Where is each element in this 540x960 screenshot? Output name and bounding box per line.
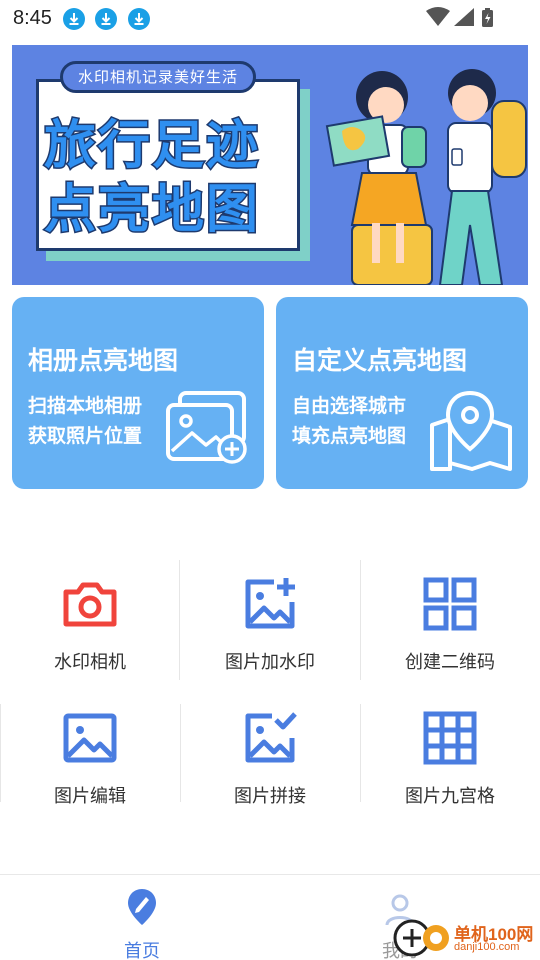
download-icon [63,8,85,30]
feature-title: 自定义点亮地图 [292,346,468,375]
tool-label: 图片编辑 [54,786,126,807]
feature-card-custom-map[interactable]: 自定义点亮地图 自由选择城市 填充点亮地图 [276,297,528,489]
promo-banner[interactable]: 水印相机记录美好生活 旅行足迹 点亮地图 [12,45,528,285]
tool-create-qrcode[interactable]: 创建二维码 [360,564,540,684]
home-pin-icon [128,889,156,925]
wifi-icon [426,7,450,26]
tool-label: 创建二维码 [405,652,495,673]
banner-pill: 水印相机记录美好生活 [60,61,256,93]
watermark-url: danji100.com [454,941,520,953]
tool-label: 图片加水印 [225,652,315,673]
status-time: 8:45 [13,7,52,29]
banner-title-line2: 点亮地图 [42,179,261,242]
feature-desc: 填充点亮地图 [292,425,407,447]
feature-desc: 扫描本地相册 [28,395,143,417]
download-icon [128,8,150,30]
battery-charging-icon [482,8,493,27]
camera-icon [63,582,117,627]
qr-grid-icon [423,577,477,631]
feature-desc: 获取照片位置 [28,425,143,447]
watermark-logo-icon [393,919,449,957]
image-check-icon [245,712,297,763]
system-status-icons [426,7,493,27]
tool-image-stitch[interactable]: 图片拼接 [180,698,360,818]
status-bar: 8:45 [0,0,540,36]
tool-watermark-camera[interactable]: 水印相机 [0,564,180,684]
grid-nine-icon [423,711,477,765]
nav-tab-home[interactable]: 首页 [102,883,182,960]
nav-tab-label: 首页 [124,941,160,960]
travelers-illustration [325,69,527,285]
image-icon [63,713,117,763]
feature-title: 相册点亮地图 [28,346,179,375]
image-add-icon [245,578,295,629]
site-watermark: 单机100网 danji100.com [392,916,540,960]
tool-image-edit[interactable]: 图片编辑 [0,698,180,818]
tool-label: 图片九宫格 [405,786,495,807]
photo-add-icon [166,391,247,464]
signal-icon [454,8,474,26]
tool-label: 水印相机 [54,652,126,673]
feature-desc: 自由选择城市 [292,395,407,417]
tool-label: 图片拼接 [234,786,306,807]
map-pin-icon [430,390,512,471]
feature-card-album-map[interactable]: 相册点亮地图 扫描本地相册 获取照片位置 [12,297,264,489]
tool-nine-grid[interactable]: 图片九宫格 [360,698,540,818]
tool-image-watermark[interactable]: 图片加水印 [180,564,360,684]
download-icon [95,8,117,30]
